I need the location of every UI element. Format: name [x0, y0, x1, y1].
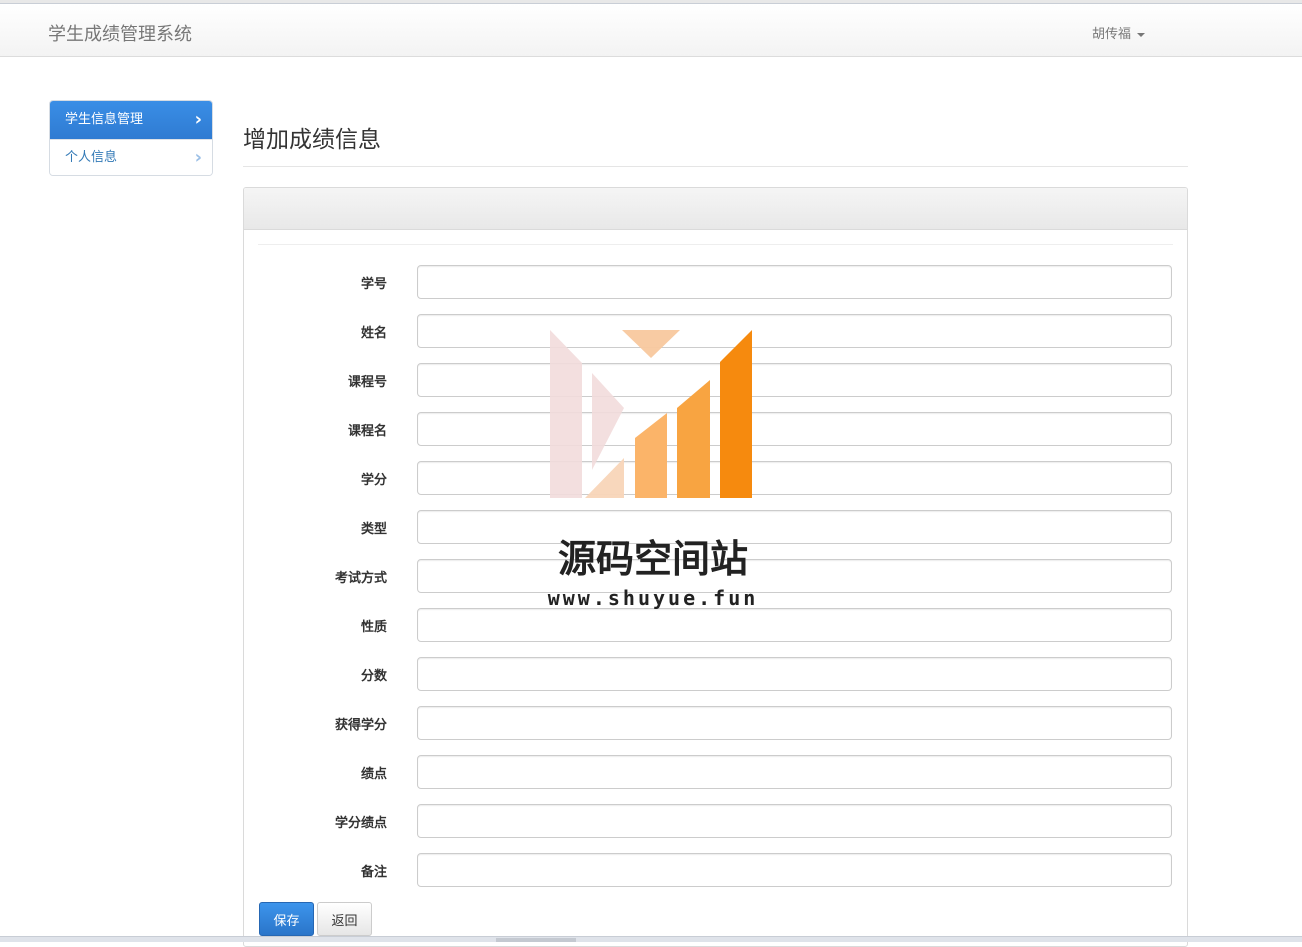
form-row-type: 类型 [244, 510, 1187, 544]
type-input[interactable] [417, 510, 1172, 544]
app-brand[interactable]: 学生成绩管理系统 [48, 20, 192, 46]
sidebar-item-personal-info[interactable]: 个人信息 › [50, 139, 212, 175]
earned-credit-input[interactable] [417, 706, 1172, 740]
field-label: 绩点 [360, 767, 387, 782]
form-row-credit-gpa: 学分绩点 [244, 804, 1187, 838]
exam-method-input[interactable] [417, 559, 1172, 593]
field-label: 备注 [360, 865, 387, 880]
score-input[interactable] [417, 657, 1172, 691]
form-row-gpa: 绩点 [244, 755, 1187, 789]
save-button[interactable]: 保存 [259, 902, 314, 936]
field-label: 课程号 [347, 375, 387, 390]
sidebar: 学生信息管理 › 个人信息 › [49, 100, 213, 176]
course-id-input[interactable] [417, 363, 1172, 397]
form-row-earned-credit: 获得学分 [244, 706, 1187, 740]
scrollbar-thumb[interactable] [496, 938, 576, 942]
student-id-input[interactable] [417, 265, 1172, 299]
field-label: 类型 [360, 522, 387, 537]
field-label: 学分绩点 [334, 816, 387, 831]
field-label: 学号 [360, 277, 387, 292]
credit-input[interactable] [417, 461, 1172, 495]
course-name-input[interactable] [417, 412, 1172, 446]
field-label: 性质 [360, 620, 387, 635]
field-label: 考试方式 [334, 571, 387, 586]
chevron-right-icon: › [194, 109, 202, 130]
field-label: 课程名 [347, 424, 387, 439]
user-name: 胡传福 [1092, 27, 1132, 42]
page-title: 增加成绩信息 [243, 127, 381, 153]
panel-header [244, 188, 1187, 230]
bottom-scrollbar[interactable] [0, 936, 1302, 942]
form-row-course-id: 课程号 [244, 363, 1187, 397]
title-divider [243, 166, 1188, 167]
field-label: 姓名 [360, 326, 387, 341]
remarks-input[interactable] [417, 853, 1172, 887]
sidebar-item-student-info[interactable]: 学生信息管理 › [50, 101, 212, 139]
form-row-score: 分数 [244, 657, 1187, 691]
sidebar-item-label: 学生信息管理 [65, 112, 144, 127]
form-row-exam-method: 考试方式 [244, 559, 1187, 593]
field-label: 分数 [360, 669, 387, 684]
top-navbar: 学生成绩管理系统 胡传福 [0, 4, 1302, 57]
form-row-name: 姓名 [244, 314, 1187, 348]
form-row-course-name: 课程名 [244, 412, 1187, 446]
nature-input[interactable] [417, 608, 1172, 642]
gpa-input[interactable] [417, 755, 1172, 789]
sidebar-item-label: 个人信息 [65, 150, 118, 165]
chevron-right-icon: › [194, 147, 202, 168]
caret-down-icon [1137, 32, 1146, 37]
field-label: 学分 [360, 473, 387, 488]
form-row-credit: 学分 [244, 461, 1187, 495]
panel-divider [258, 244, 1173, 245]
form-row-student-id: 学号 [244, 265, 1187, 299]
user-menu[interactable]: 胡传福 [1092, 23, 1146, 42]
form-row-nature: 性质 [244, 608, 1187, 642]
form-row-remarks: 备注 [244, 853, 1187, 887]
field-label: 获得学分 [334, 718, 387, 733]
form-panel: 学号 姓名 课程号 课程名 学分 类型 考试方式 性质 分数 获得学分 绩点 学… [243, 187, 1188, 947]
credit-gpa-input[interactable] [417, 804, 1172, 838]
back-button[interactable]: 返回 [317, 902, 372, 936]
name-input[interactable] [417, 314, 1172, 348]
